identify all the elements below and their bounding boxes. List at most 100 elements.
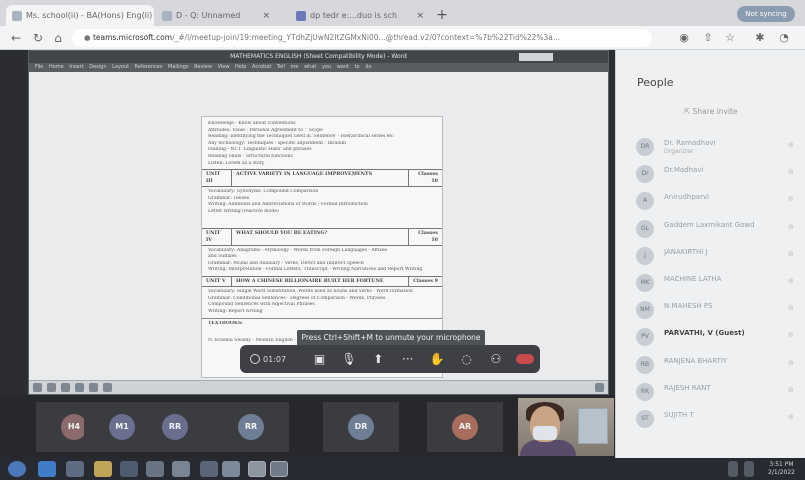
back-arrow-icon[interactable]: ← bbox=[8, 30, 24, 46]
unit-heading: UNIT III ACTIVE VARIETY IN LANGUAGE IMPR… bbox=[202, 169, 442, 188]
participant-row[interactable]: A Anirudhparvi ⊘ bbox=[616, 188, 805, 214]
unit-title: WHAT SHOULD YOU BE EATING? bbox=[236, 229, 328, 236]
person-body bbox=[520, 440, 576, 456]
participant-row[interactable]: ST SUJITH T ⊘ bbox=[616, 406, 805, 432]
participant-name: SUJITH T bbox=[664, 411, 694, 419]
network-icon[interactable] bbox=[728, 461, 738, 477]
avatar: RB bbox=[636, 355, 654, 374]
system-clock[interactable]: 3:51 PM 2/1/2022 bbox=[768, 461, 795, 477]
avatar: NM bbox=[636, 301, 654, 320]
word-account-box bbox=[519, 53, 553, 61]
avatar: PV bbox=[636, 328, 654, 347]
recording-indicator-icon bbox=[250, 354, 260, 364]
unit-number: UNIT IV bbox=[202, 228, 232, 245]
browser-tab[interactable]: Ms. school(ii) - BA(Hons) Eng(ii) - I × bbox=[6, 5, 154, 26]
profile-avatar-icon[interactable]: ◔ bbox=[776, 30, 792, 46]
extensions-icon[interactable]: ✱ bbox=[752, 30, 768, 46]
media-player-icon[interactable] bbox=[120, 461, 138, 477]
raise-hand-icon[interactable]: ✋ bbox=[422, 345, 451, 373]
participant-tile[interactable]: RR bbox=[137, 402, 213, 452]
home-icon[interactable]: ⌂ bbox=[50, 30, 66, 46]
app-icon[interactable] bbox=[270, 461, 288, 477]
tools-icon[interactable] bbox=[172, 461, 190, 477]
share-screen-icon[interactable]: ⬆ bbox=[364, 345, 393, 373]
profile-button[interactable]: Not syncing bbox=[737, 6, 795, 22]
search-icon bbox=[47, 383, 56, 392]
windows-taskbar: 3:51 PM 2/1/2022 bbox=[0, 458, 805, 480]
participant-row[interactable]: RB RANJENA BHARTIY ⊘ bbox=[616, 352, 805, 378]
participant-name: MACHINE LATHA bbox=[664, 275, 722, 283]
microphone-muted-icon[interactable]: 🎙 bbox=[334, 345, 363, 373]
doc-line: Compound Sentences with Adjectival Phras… bbox=[208, 302, 315, 308]
close-icon[interactable]: × bbox=[262, 11, 270, 21]
camera-permission-icon[interactable]: ◉ bbox=[676, 30, 692, 46]
meeting-controls: 01:07 ▣ 🎙 ⬆ ··· ✋ ◌ ⚇ bbox=[240, 345, 540, 373]
address-bar[interactable]: ● teams.microsoft.com/_#/l/meetup-join/1… bbox=[72, 29, 652, 47]
participant-tile[interactable]: RR bbox=[213, 402, 289, 452]
avatar: GL bbox=[636, 219, 654, 238]
start-button-icon[interactable] bbox=[8, 461, 26, 477]
participant-tile[interactable]: DR bbox=[323, 402, 399, 452]
unit-heading: UNIT IV WHAT SHOULD YOU BE EATING? Class… bbox=[202, 227, 442, 246]
share-invite-link[interactable]: ⇱ Share invite bbox=[684, 107, 738, 116]
edge-browser-icon[interactable] bbox=[38, 461, 56, 477]
unit-classes: Classes 9 bbox=[408, 276, 442, 286]
doc-line: Vocabulary: Synonyms, Compound Compariso… bbox=[208, 189, 319, 195]
avatar: MK bbox=[636, 274, 654, 292]
participant-row[interactable]: Dr Dr.Madhavi ⊘ bbox=[616, 161, 805, 187]
participant-row[interactable]: GL Gaddem Laxmikant Gowd ⊘ bbox=[616, 216, 805, 242]
app-icon[interactable] bbox=[200, 461, 218, 477]
camera-off-icon[interactable]: ▣ bbox=[305, 345, 334, 373]
bookmark-star-icon[interactable]: ☆ bbox=[722, 30, 738, 46]
lock-icon: ● bbox=[84, 33, 93, 42]
microphone-muted-icon: ⊘ bbox=[788, 249, 794, 258]
new-tab-button[interactable]: + bbox=[433, 7, 451, 23]
participant-row[interactable]: RK RAJESH RANT ⊘ bbox=[616, 379, 805, 405]
browser-tab[interactable]: D - Q: Unnamed × bbox=[156, 5, 276, 26]
teams-icon[interactable] bbox=[248, 461, 266, 477]
clock-time: 3:51 PM bbox=[769, 461, 794, 468]
microphone-muted-icon: ⊘ bbox=[788, 168, 794, 177]
unit-heading: UNIT V HOW A CHINESE BILLIONAIRE BUILT H… bbox=[202, 275, 442, 287]
avatar: Dr bbox=[636, 165, 654, 184]
participant-row[interactable]: DR Dr. Ramadhavi Organizer ⊘ bbox=[616, 134, 805, 160]
chat-icon[interactable]: ◌ bbox=[452, 345, 481, 373]
microphone-muted-icon: ⊘ bbox=[788, 277, 794, 285]
self-video-tile[interactable] bbox=[518, 398, 614, 456]
participant-row[interactable]: J JANAKIRTHI J ⊘ bbox=[616, 243, 805, 269]
doc-line: Grammar: Conditional Sentences - Degrees… bbox=[208, 295, 386, 301]
reload-icon[interactable]: ↻ bbox=[30, 30, 46, 46]
file-explorer-icon[interactable] bbox=[94, 461, 112, 477]
participant-row[interactable]: NM N.MAHESH PS ⊘ bbox=[616, 297, 805, 323]
participants-icon[interactable]: ⚇ bbox=[481, 345, 510, 373]
hang-up-button[interactable] bbox=[511, 345, 540, 373]
microphone-muted-icon: ⊘ bbox=[788, 222, 794, 231]
word-document-title: MATHEMATICS ENGLISH (Sheet Compatibility… bbox=[230, 53, 407, 60]
doc-line: Writing: Interpretation - Formal Letters… bbox=[208, 267, 423, 273]
volume-icon[interactable] bbox=[744, 461, 754, 477]
share-icon[interactable]: ⇧ bbox=[700, 30, 716, 46]
unit-number: UNIT III bbox=[202, 170, 232, 187]
participant-tile[interactable]: AR bbox=[427, 402, 503, 452]
unit-title: HOW A CHINESE BILLIONAIRE BUILT HER FORT… bbox=[236, 277, 384, 284]
more-options-icon[interactable]: ··· bbox=[393, 345, 422, 373]
participant-row[interactable]: PV PARVATHI, V (Guest) ⊘ bbox=[616, 324, 805, 350]
word-title-bar: MATHEMATICS ENGLISH (Sheet Compatibility… bbox=[29, 51, 608, 63]
video-background-poster bbox=[578, 408, 608, 444]
unit-classes: Classes 10 bbox=[408, 228, 442, 245]
participant-strip: H4 M1 RR RR DR AR bbox=[0, 395, 615, 458]
close-icon[interactable]: × bbox=[416, 11, 424, 21]
app-icon[interactable] bbox=[146, 461, 164, 477]
doc-line: Listen: Lorem as a story bbox=[208, 160, 265, 166]
windows-start-icon bbox=[33, 383, 42, 392]
tab-favicon-icon bbox=[162, 10, 172, 21]
doc-line: Grammar: Modal and Auxiliary - Verbs, Di… bbox=[208, 260, 364, 266]
chrome-icon[interactable] bbox=[66, 461, 84, 477]
person-mask bbox=[533, 426, 557, 440]
browser-icon[interactable] bbox=[222, 461, 240, 477]
participant-row[interactable]: MK MACHINE LATHA ⊘ bbox=[616, 270, 805, 296]
doc-line: Reading: Identifying the Techniques used… bbox=[208, 134, 394, 140]
browser-tab[interactable]: dp tedr e:...duo is sch × bbox=[290, 5, 430, 26]
meeting-timer: 01:07 bbox=[250, 354, 305, 364]
avatar: AR bbox=[452, 414, 478, 440]
